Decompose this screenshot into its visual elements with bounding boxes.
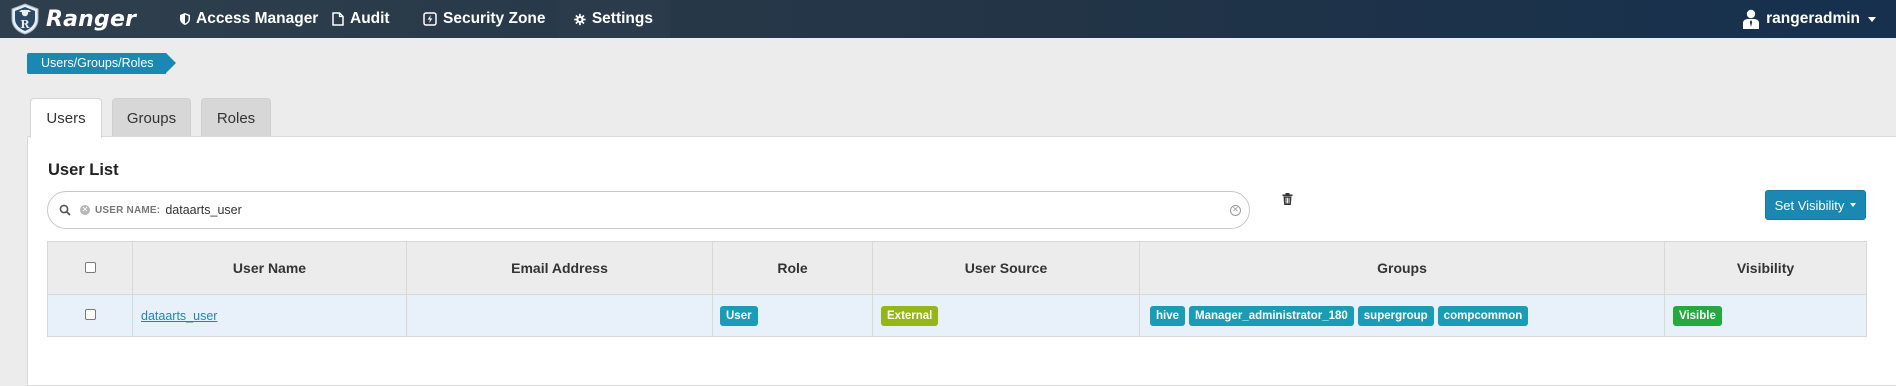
table-row: dataarts_user User External hive Manager_… [47,294,1867,337]
breadcrumb-label: Users/Groups/Roles [41,56,154,70]
tab-roles[interactable]: Roles [201,98,271,137]
col-email-address: Email Address [406,241,713,295]
nav-audit-label: Audit [350,10,390,27]
col-user-source: User Source [872,241,1140,295]
row-select-cell [47,294,133,337]
user-table: User Name Email Address Role User Source… [47,241,1867,337]
nav-audit[interactable]: Audit [316,0,407,38]
search-facet[interactable]: ✕ USER NAME: dataarts_user [80,203,242,217]
breadcrumb[interactable]: Users/Groups/Roles [27,53,176,74]
tab-roles-label: Roles [216,109,256,127]
row-checkbox[interactable] [84,308,96,320]
top-navbar: R Ranger Access Manager Audit Security Z… [0,0,1896,38]
file-icon [332,12,344,26]
tab-groups-label: Groups [126,109,177,127]
user-list-panel: User List ✕ USER NAME: dataarts_user ✕ S… [27,136,1896,386]
col-role: Role [712,241,873,295]
col-visibility: Visibility [1664,241,1867,295]
nav-security-zone[interactable]: Security Zone [407,0,563,38]
user-icon [1743,9,1760,29]
group-badge: compcommon [1437,305,1529,326]
shield-icon [180,13,190,25]
nav-access-manager[interactable]: Access Manager [164,0,335,38]
brand-name: Ranger [46,6,137,32]
visibility-cell: Visible [1664,294,1867,337]
svg-text:R: R [20,18,30,31]
nav-access-manager-label: Access Manager [196,10,319,27]
search-bar[interactable]: ✕ USER NAME: dataarts_user ✕ [47,191,1250,229]
tab-users[interactable]: Users [30,98,102,138]
user-source-cell: External [872,294,1140,337]
clear-search-icon[interactable]: ✕ [1230,205,1241,216]
user-name-link[interactable]: dataarts_user [141,309,217,323]
username: rangeradmin [1766,10,1860,27]
facet-label: USER NAME: [95,204,161,216]
group-badge: hive [1150,305,1186,326]
select-all-cell [47,241,133,295]
search-icon [59,204,71,216]
role-cell: User [712,294,873,337]
tab-users-label: Users [46,110,86,127]
chevron-down-icon [1850,203,1857,207]
brand[interactable]: R Ranger [10,2,136,36]
set-visibility-button[interactable]: Set Visibility [1765,190,1866,220]
col-groups: Groups [1139,241,1665,295]
col-user-name: User Name [132,241,407,295]
bolt-square-icon [423,12,437,26]
nav-settings-label: Settings [591,10,653,27]
group-badge: supergroup [1357,305,1434,326]
role-badge: User [720,305,758,326]
nav-settings[interactable]: Settings [558,0,670,38]
table-header-row: User Name Email Address Role User Source… [47,241,1867,295]
ranger-logo-icon: R [11,3,39,35]
set-visibility-label: Set Visibility [1774,197,1845,213]
select-all-checkbox[interactable] [84,262,96,273]
remove-facet-icon[interactable]: ✕ [80,205,90,215]
groups-cell: hive Manager_administrator_180 supergroup c… [1139,294,1665,337]
group-badge: Manager_administrator_180 [1189,305,1354,326]
gear-icon [574,13,586,25]
panel-title: User List [48,161,119,179]
nav-security-zone-label: Security Zone [443,10,546,27]
delete-icon[interactable] [1282,193,1293,205]
visibility-badge: Visible [1673,305,1722,326]
chevron-down-icon [1868,16,1876,22]
user-name-cell: dataarts_user [132,294,407,337]
user-source-badge: External [881,305,939,326]
facet-value[interactable]: dataarts_user [165,203,241,217]
tab-groups[interactable]: Groups [112,98,191,137]
email-cell [406,294,713,337]
user-menu[interactable]: rangeradmin [1743,0,1876,38]
